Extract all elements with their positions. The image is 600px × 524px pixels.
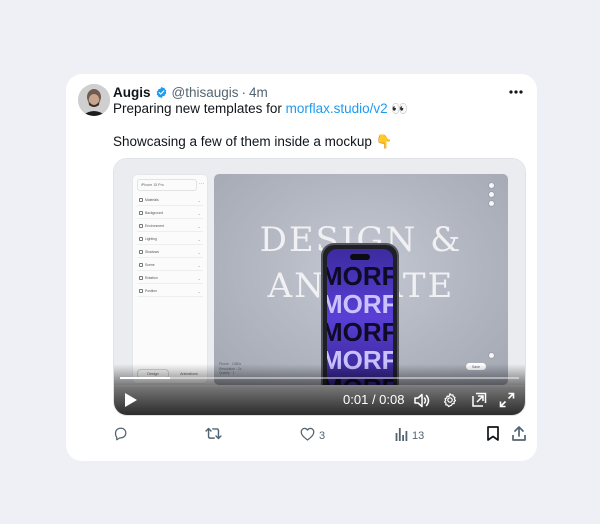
author-name[interactable]: Augis — [113, 85, 151, 100]
tweet-text-suffix: 👀 — [387, 101, 409, 116]
mockup-row-icon — [139, 263, 143, 267]
share-button[interactable] — [512, 426, 526, 446]
mockup-side-panel: iPhone 15 Pro ··· Materials ⌄ Background ⌄… — [132, 174, 208, 384]
mockup-row-icon — [139, 237, 143, 241]
tweet-text-prefix: Preparing new templates for — [113, 101, 286, 116]
fullscreen-icon[interactable] — [498, 391, 516, 409]
mockup-panel-row: Lighting ⌄ — [137, 234, 203, 245]
mockup-panel-row: Shadows ⌄ — [137, 247, 203, 258]
verified-badge-icon — [155, 86, 168, 99]
share-icon — [512, 426, 526, 446]
timestamp[interactable]: 4m — [249, 85, 268, 100]
mockup-row-icon — [139, 250, 143, 254]
bookmark-button[interactable] — [487, 426, 499, 446]
separator-dot: · — [241, 84, 247, 100]
author-handle[interactable]: @thisaugis — [172, 85, 239, 100]
tweet-text-line2: Showcasing a few of them inside a mockup… — [113, 134, 393, 149]
mockup-row-icon — [139, 198, 143, 202]
video-controls: 0:01 / 0:08 — [114, 364, 525, 415]
tweet-text-line1: Preparing new templates for morflax.stud… — [113, 100, 408, 118]
video-current-time: 0:01 — [343, 392, 369, 407]
play-icon[interactable] — [122, 391, 140, 409]
mockup-panel-row: Materials ⌄ — [137, 195, 203, 206]
volume-icon[interactable] — [413, 391, 431, 409]
mockup-row-label: Rotation — [145, 276, 158, 280]
mockup-row-label: Environment — [145, 224, 165, 228]
settings-gear-icon[interactable] — [441, 391, 459, 409]
more-options-icon[interactable] — [507, 83, 525, 101]
mini-player-icon[interactable] — [470, 391, 488, 409]
stage-tool-icon — [488, 191, 495, 198]
mockup-row-icon — [139, 211, 143, 215]
phone-word-1: MORFLAX — [327, 261, 393, 291]
chevron-down-icon: ⌄ — [197, 262, 201, 268]
mockup-row-icon — [139, 224, 143, 228]
tweet-link[interactable]: morflax.studio/v2 — [286, 101, 388, 116]
mockup-device-label: iPhone 15 Pro — [141, 183, 164, 187]
mockup-row-label: Shadows — [145, 250, 159, 254]
analytics-bar-icon — [395, 427, 408, 446]
video-total-time: 0:08 — [379, 392, 405, 407]
avatar[interactable] — [78, 84, 110, 116]
mockup-row-label: Materials — [145, 198, 159, 202]
mockup-row-label: Scene — [145, 263, 155, 267]
video-progress-bar[interactable] — [120, 377, 519, 379]
mockup-panel-row: Position ⌄ — [137, 286, 203, 297]
mockup-row-label: Background — [145, 211, 164, 215]
stage-tool-icon — [488, 182, 495, 189]
stage-tool-icon — [488, 200, 495, 207]
chevron-down-icon: ⌄ — [197, 223, 201, 229]
chevron-down-icon: ⌄ — [197, 197, 201, 203]
mockup-row-icon — [139, 276, 143, 280]
tweet-actions: 3 13 — [113, 426, 526, 446]
reply-icon — [113, 426, 128, 446]
views-button[interactable]: 13 — [395, 427, 424, 445]
chevron-down-icon: ⌄ — [197, 288, 201, 294]
dynamic-island — [350, 254, 370, 260]
mockup-screenshot: iPhone 15 Pro ··· Materials ⌄ Background ⌄… — [114, 159, 525, 385]
bookmark-icon — [487, 426, 499, 446]
phone-word-2: MORFLAX — [327, 289, 393, 319]
heart-icon — [300, 427, 315, 446]
repost-button[interactable] — [205, 427, 226, 445]
views-count: 13 — [412, 430, 425, 442]
stage-zoom-icon — [488, 352, 495, 359]
mockup-device-select: iPhone 15 Pro — [137, 179, 197, 191]
mockup-row-label: Lighting — [145, 237, 157, 241]
like-button[interactable]: 3 — [300, 427, 325, 445]
mockup-more-icon: ··· — [199, 181, 204, 187]
chevron-down-icon: ⌄ — [197, 236, 201, 242]
chevron-down-icon: ⌄ — [197, 249, 201, 255]
chevron-down-icon: ⌄ — [197, 275, 201, 281]
mockup-panel-row: Rotation ⌄ — [137, 273, 203, 284]
chevron-down-icon: ⌄ — [197, 210, 201, 216]
video-progress-fill — [120, 377, 170, 379]
video-timecode: 0:01 / 0:08 — [343, 392, 404, 407]
like-count: 3 — [319, 430, 326, 442]
tweet-card: Augis @thisaugis · 4m Preparing new temp… — [66, 74, 537, 461]
mockup-panel-row: Environment ⌄ — [137, 221, 203, 232]
phone-word-3: MORFLAX — [327, 317, 393, 347]
mockup-canvas: DESIGN & ANIMATE MORFLAX MORFLAX MORFLAX… — [214, 174, 508, 385]
mockup-row-icon — [139, 289, 143, 293]
reply-button[interactable] — [113, 427, 132, 445]
video-player[interactable]: iPhone 15 Pro ··· Materials ⌄ Background ⌄… — [113, 158, 526, 416]
mockup-panel-row: Background ⌄ — [137, 208, 203, 219]
mockup-row-label: Position — [145, 289, 158, 293]
mockup-panel-row: Scene ⌄ — [137, 260, 203, 271]
repost-icon — [205, 426, 222, 446]
tweet-header: Augis @thisaugis · 4m — [113, 83, 268, 101]
